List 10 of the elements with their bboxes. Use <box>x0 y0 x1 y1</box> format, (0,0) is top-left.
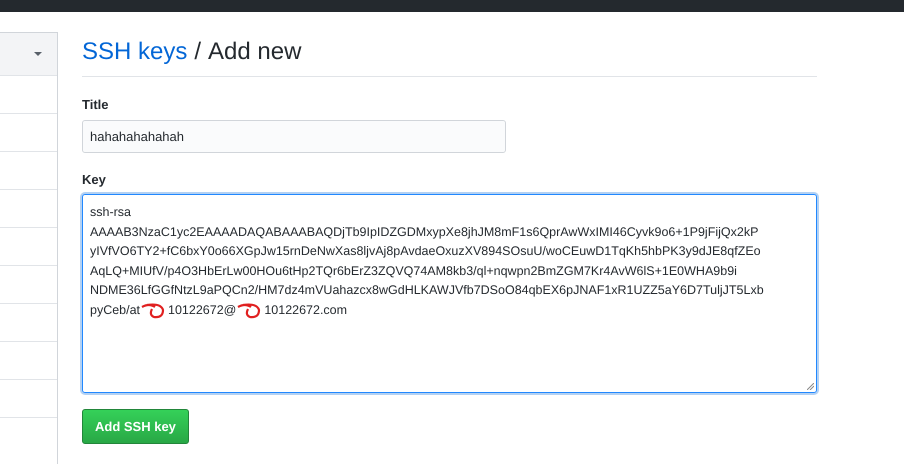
resize-grip-icon[interactable] <box>807 383 814 390</box>
page-title: Add new <box>208 38 302 66</box>
key-textarea[interactable]: ssh-rsa AAAAB3NzaC1yc2EAAAADAQABAAABAQDjTb9IpIDZGDMxypXe8jhJM8mF1s6QprAwWxIMI46Cyvk9o6+1P9jFijQx2kP yIVfVO6TY2+fC6bxY0o66XGpJw15rnDeNwXas8ljvAj8pAvdaeOxuzXV894SOsuU/woCEuwD1TqKh5hbPK3y9dJE8qfZEo AqLQ+MIUfV/p4O3HbErLw00HOu6tHp2TQr6bErZ3ZQVQ74AM8kb3/ql+nqwpn2BmZGM7Kr4AvW6lS+1E0WHA9b9i NDME36LfGGfNtzL9aPQCn2/HM7dz4mVUahazcx8wGdHLKAWJVfb7DSoO84qbEX6pJNAF1xR1UZZ5aY6D7TuljJT5Lxb pyCeb/at 10122672@ 10122672.com <box>82 194 817 393</box>
dropdown-header[interactable] <box>0 33 57 76</box>
ssh-keys-link[interactable]: SSH keys <box>82 38 188 66</box>
title-label: Title <box>82 97 108 112</box>
breadcrumb-separator: / <box>194 38 202 66</box>
title-input[interactable]: hahahahahahah <box>82 120 506 153</box>
caret-icon <box>34 52 42 56</box>
key-label: Key <box>82 172 106 187</box>
